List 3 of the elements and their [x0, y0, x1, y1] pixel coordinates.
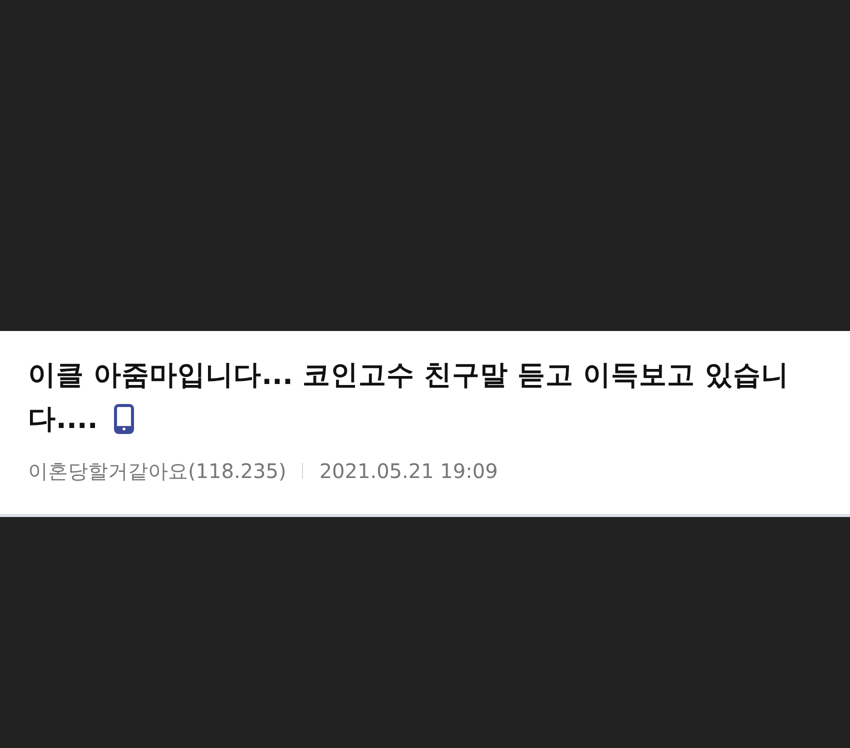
post-title: 이클 아줌마입니다... 코인고수 친구말 듣고 이득보고 있습니다.... — [28, 358, 790, 437]
post-date: 2021.05.21 19:09 — [319, 458, 498, 485]
author-name: 이혼당할거같아요(118.235) — [28, 458, 286, 485]
